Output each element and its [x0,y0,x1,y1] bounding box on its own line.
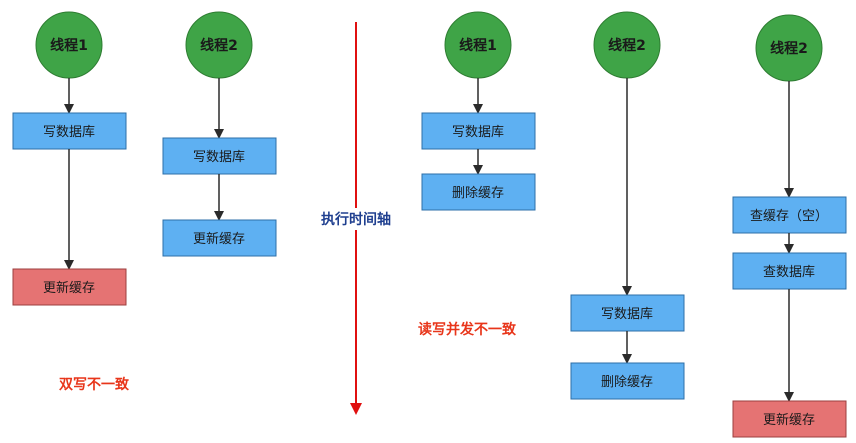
right-thread1-step2-label: 删除缓存 [452,186,504,201]
right-thread1-label: 线程1 [459,37,497,54]
right-thread3-step3-label: 更新缓存 [763,412,815,428]
right-scenario-caption: 读写并发不一致 [418,321,517,338]
right-thread2-step1-label: 写数据库 [601,306,653,322]
cache-consistency-diagram: 线程1 写数据库 更新缓存 线程2 写数据库 更新缓存 双写不一致 执行时间轴 … [12,11,847,438]
right-thread2-flow: 线程2 写数据库 删除缓存 [570,11,685,400]
left-thread2-flow: 线程2 写数据库 更新缓存 [162,11,277,257]
right-thread1-flow: 线程1 写数据库 删除缓存 [421,11,536,211]
left-thread2-step2-label: 更新缓存 [193,231,245,247]
left-thread1-label: 线程1 [50,37,88,54]
left-thread2-step1-label: 写数据库 [193,149,245,165]
right-thread3-step2-label: 查数据库 [763,264,815,280]
right-thread1-step1-label: 写数据库 [452,124,504,140]
right-thread3-step1-label: 查缓存（空） [750,209,828,224]
right-thread3-flow: 线程2 查缓存（空） 查数据库 更新缓存 [732,14,847,438]
right-thread2-step2-label: 删除缓存 [601,375,653,390]
left-thread1-step1-label: 写数据库 [43,124,95,140]
right-thread2-label: 线程2 [608,37,646,54]
left-thread2-label: 线程2 [200,37,238,54]
right-thread3-label: 线程2 [770,40,808,57]
left-thread1-flow: 线程1 写数据库 更新缓存 [12,11,127,306]
timeline-label: 执行时间轴 [321,211,391,228]
left-thread1-step2-label: 更新缓存 [43,280,95,296]
execution-timeline: 执行时间轴 [318,22,394,415]
left-scenario-caption: 双写不一致 [59,376,130,393]
